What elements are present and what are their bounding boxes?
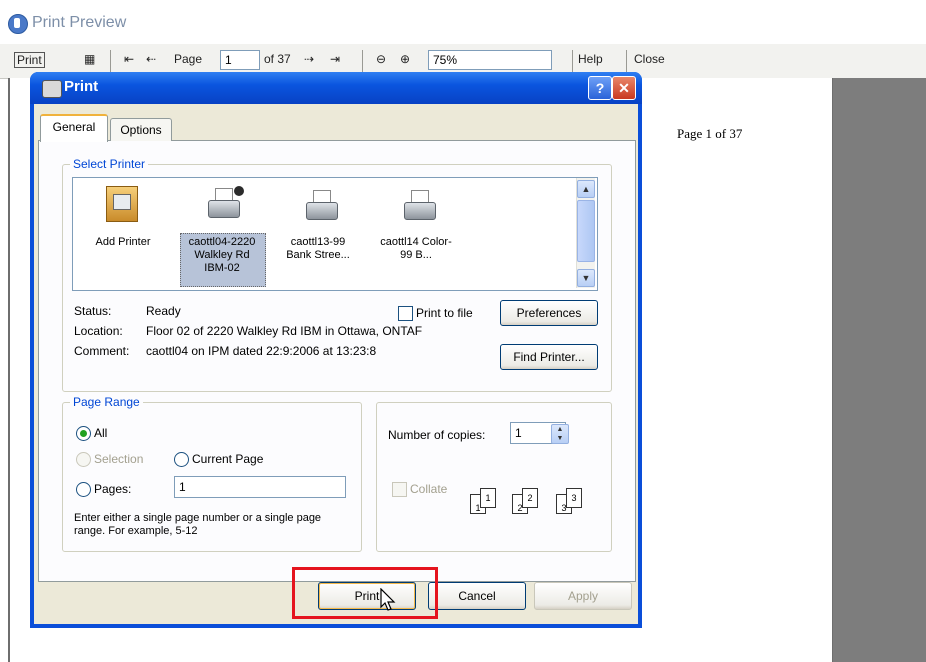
dialog-title-bar[interactable] [30, 72, 642, 104]
printer-name-caottl04[interactable]: caottl04-2220 Walkley Rd IBM-02 [182, 236, 262, 275]
collate-page: 3 [566, 488, 582, 508]
preview-gutter [833, 78, 926, 662]
printer-name-add[interactable]: Add Printer [88, 236, 158, 249]
toolbar-separator [572, 50, 573, 72]
mouse-cursor-icon [380, 588, 396, 611]
toolbar-separator [110, 50, 111, 72]
zoom-in-icon[interactable]: ⊕ [400, 52, 410, 66]
toolbar-help-button[interactable]: Help [578, 52, 603, 66]
collate-page: 2 [522, 488, 538, 508]
number-of-copies-label: Number of copies: [388, 428, 486, 442]
toolbar-close-button[interactable]: Close [634, 52, 665, 66]
status-label: Status: [74, 304, 112, 318]
add-printer-icon[interactable] [104, 184, 140, 224]
network-printer-icon [304, 190, 338, 224]
copies-spinner-icon[interactable]: ▲ ▼ [551, 424, 569, 444]
page-range-label: Page Range [70, 395, 143, 409]
zoom-select[interactable]: 75% [428, 50, 552, 70]
zoom-out-icon[interactable]: ⊖ [376, 52, 386, 66]
tab-options[interactable]: Options [110, 118, 172, 141]
toolbar-page-label: Page [174, 52, 203, 66]
preview-window-title: Print Preview [32, 14, 127, 31]
page-setup-icon[interactable]: ▦ [84, 52, 95, 66]
dialog-title: Print [64, 78, 99, 95]
radio-pages-label[interactable]: Pages: [94, 482, 131, 496]
collate-illustration-icon: 1 1 2 2 3 3 [470, 486, 596, 518]
printer-name-caottl13[interactable]: caottl13-99 Bank Stree... [280, 236, 356, 262]
copies-group [376, 402, 612, 552]
preferences-button[interactable]: Preferences [500, 300, 598, 326]
next-page-icon[interactable]: ⇢ [304, 52, 314, 66]
collate-label: Collate [410, 482, 448, 496]
preview-title-bar: Print Preview [0, 0, 926, 44]
toolbar-page-of-label: of 37 [264, 52, 291, 66]
collate-checkbox [392, 482, 407, 497]
find-printer-button[interactable]: Find Printer... [500, 344, 598, 370]
status-value: Ready [146, 304, 181, 318]
print-to-file-checkbox[interactable] [398, 306, 413, 321]
location-value: Floor 02 of 2220 Walkley Rd IBM in Ottaw… [146, 324, 423, 338]
radio-current-page[interactable] [174, 452, 189, 467]
previous-page-icon[interactable]: ⇠ [146, 52, 156, 66]
pages-input[interactable]: 1 [174, 476, 346, 498]
radio-pages[interactable] [76, 482, 91, 497]
apply-button: Apply [534, 582, 632, 610]
radio-all-label[interactable]: All [94, 426, 107, 440]
comment-label: Comment: [74, 344, 130, 358]
scroll-down-icon[interactable]: ▼ [577, 269, 595, 287]
scrollbar-thumb[interactable] [577, 200, 595, 262]
first-page-icon[interactable]: ⇤ [124, 52, 134, 66]
toolbar-separator [626, 50, 627, 72]
toolbar-print-button[interactable]: Print [14, 52, 45, 68]
print-to-file-label[interactable]: Print to file [416, 306, 473, 320]
tab-general[interactable]: General [40, 114, 108, 142]
cancel-button[interactable]: Cancel [428, 582, 526, 610]
radio-current-page-label[interactable]: Current Page [192, 452, 263, 466]
network-printer-icon [402, 190, 436, 224]
collate-page: 1 [480, 488, 496, 508]
close-button[interactable]: ✕ [612, 76, 636, 100]
highlight-box [292, 567, 438, 619]
radio-selection [76, 452, 91, 467]
page-range-help-text: Enter either a single page number or a s… [74, 512, 322, 537]
help-button[interactable]: ? [588, 76, 612, 100]
print-preview-app-icon [8, 14, 28, 34]
preview-page-header: Page 1 of 37 [677, 126, 743, 141]
printer-title-icon [42, 80, 62, 98]
default-printer-check-icon [234, 186, 244, 196]
location-label: Location: [74, 324, 123, 338]
toolbar-separator [362, 50, 363, 72]
comment-value: caottl04 on IPM dated 22:9:2006 at 13:23… [146, 344, 377, 358]
scroll-up-icon[interactable]: ▲ [577, 180, 595, 198]
toolbar-page-input[interactable]: 1 [220, 50, 260, 70]
select-printer-label: Select Printer [70, 157, 149, 171]
radio-all[interactable] [76, 426, 91, 441]
radio-selection-label: Selection [94, 452, 144, 466]
printer-name-caottl14[interactable]: caottl14 Color-99 B... [376, 236, 456, 262]
last-page-icon[interactable]: ⇥ [330, 52, 340, 66]
